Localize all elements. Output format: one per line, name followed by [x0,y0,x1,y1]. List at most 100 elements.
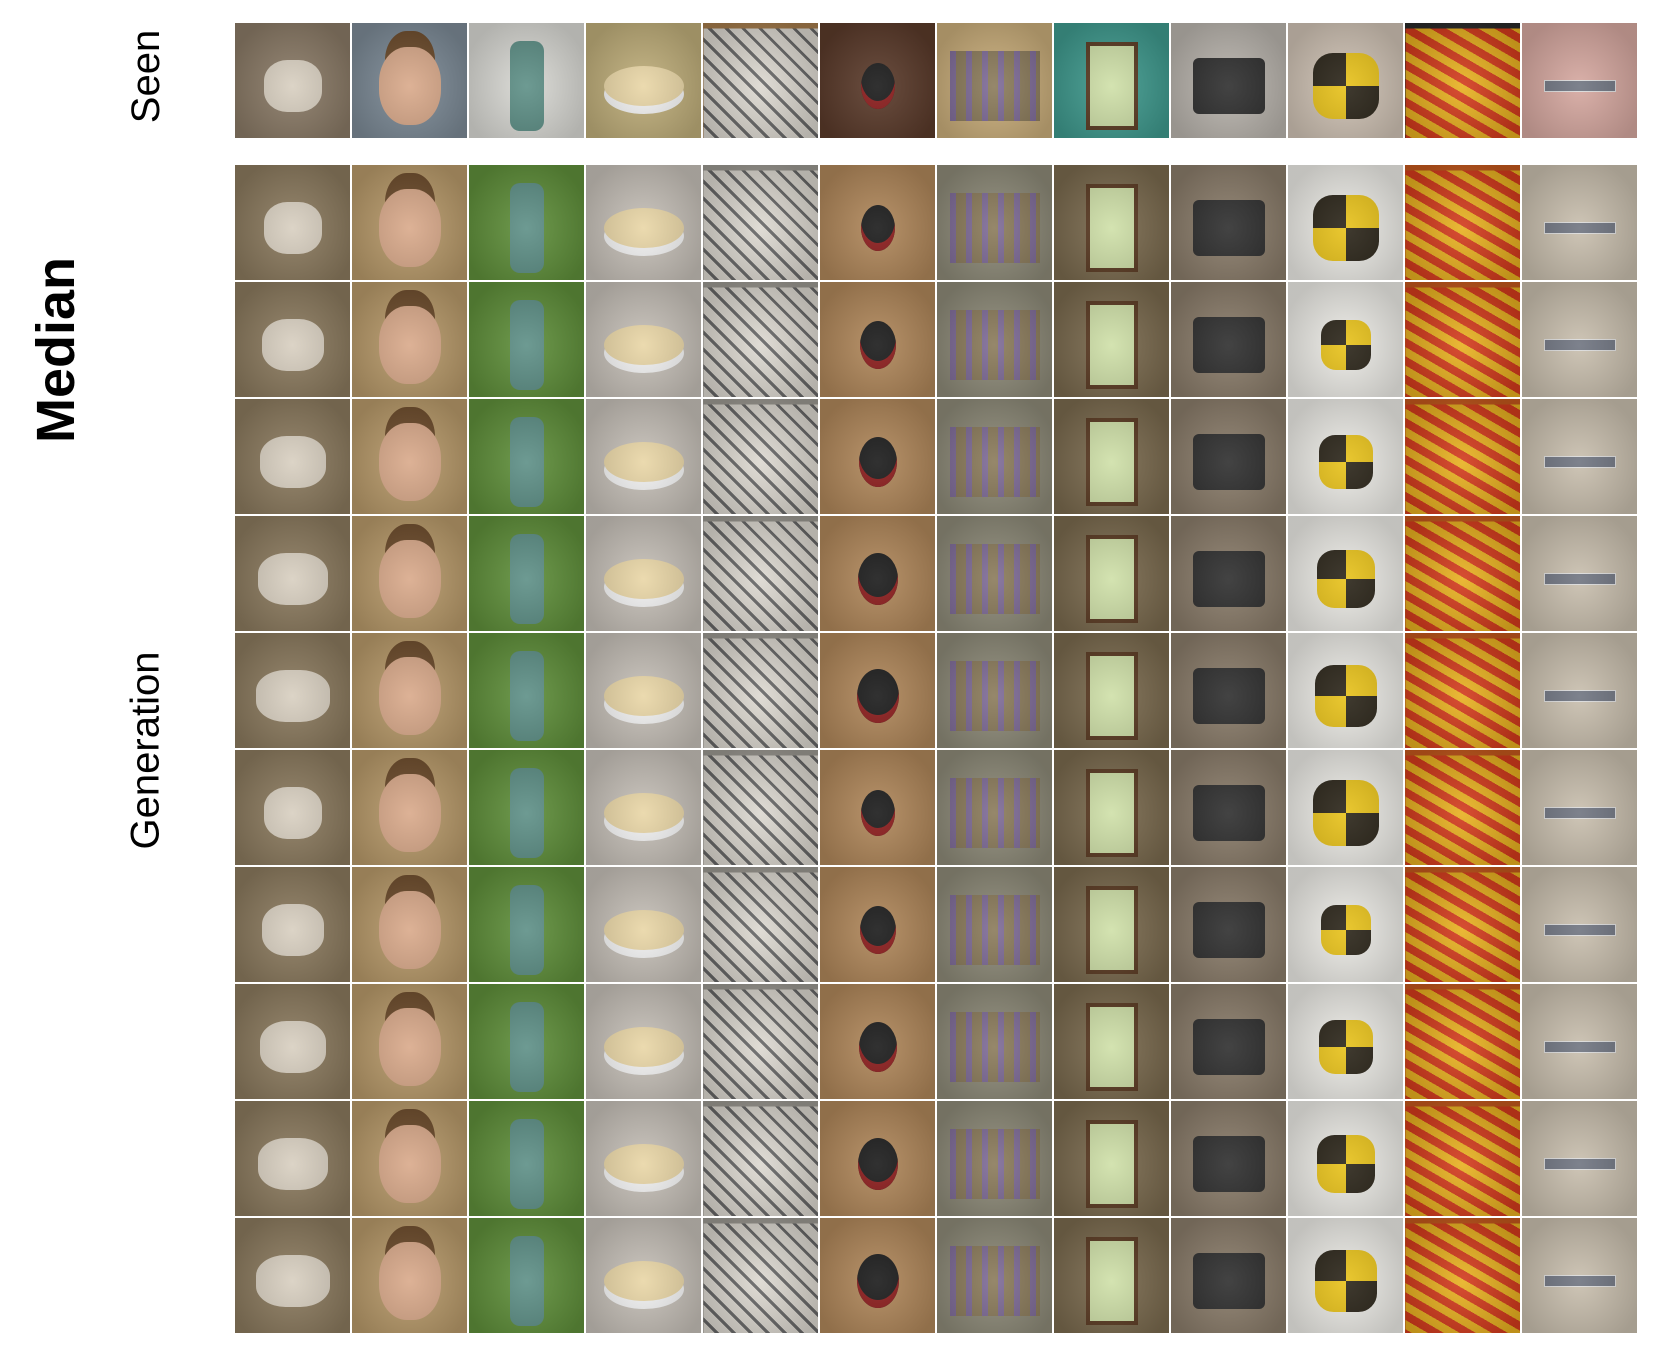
generated-image-food [586,1218,701,1333]
generated-image-overalls [469,633,584,748]
generated-image-food [586,984,701,1099]
generated-image-dog [235,516,350,631]
generated-image-room [1054,1101,1169,1216]
seen-image-mesh [703,23,818,138]
generated-image-face [352,1101,467,1216]
generated-image-ornament [820,165,935,280]
generated-image-mesh [703,1218,818,1333]
generated-image-appliance [1171,1101,1286,1216]
generated-image-ornament [820,399,935,514]
generated-image-candy [1405,399,1520,514]
generated-image-insect [1288,867,1403,982]
seen-image-overalls [469,23,584,138]
generated-image-candy [1405,633,1520,748]
generated-image-room [1054,867,1169,982]
generated-image-aircraft [1522,1101,1637,1216]
seen-image-furniture [937,23,1052,138]
generated-image-face [352,282,467,397]
generated-image-candy [1405,516,1520,631]
generated-image-candy [1405,867,1520,982]
generated-image-dog [235,984,350,1099]
generated-image-face [352,984,467,1099]
generated-image-aircraft [1522,1218,1637,1333]
generated-image-ornament [820,1101,935,1216]
generated-image-ornament [820,1218,935,1333]
generated-image-mesh [703,984,818,1099]
generated-image-food [586,1101,701,1216]
generated-image-dog [235,399,350,514]
seen-image-appliance [1171,23,1286,138]
seen-image-face [352,23,467,138]
generated-image-overalls [469,867,584,982]
generated-image-mesh [703,867,818,982]
generated-image-face [352,633,467,748]
generated-image-room [1054,282,1169,397]
generated-image-overalls [469,282,584,397]
generated-image-appliance [1171,633,1286,748]
generated-image-candy [1405,750,1520,865]
generated-image-ornament [820,516,935,631]
generated-image-insect [1288,1218,1403,1333]
generation-label: Generation [123,651,168,849]
generated-image-overalls [469,750,584,865]
generated-image-mesh [703,516,818,631]
seen-image-aircraft [1522,23,1637,138]
generated-image-ornament [820,750,935,865]
generated-image-aircraft [1522,984,1637,1099]
seen-image-row [234,22,1638,139]
generated-image-furniture [937,165,1052,280]
generated-image-room [1054,633,1169,748]
generated-image-overalls [469,984,584,1099]
generated-image-appliance [1171,516,1286,631]
generated-image-appliance [1171,282,1286,397]
generated-image-face [352,165,467,280]
generated-image-furniture [937,984,1052,1099]
generated-image-face [352,867,467,982]
seen-image-ornament [820,23,935,138]
generated-image-insect [1288,633,1403,748]
generated-image-food [586,867,701,982]
generated-image-insect [1288,516,1403,631]
generated-image-room [1054,984,1169,1099]
generated-image-aircraft [1522,633,1637,748]
generated-image-overalls [469,1218,584,1333]
generated-image-room [1054,1218,1169,1333]
generated-image-food [586,750,701,865]
generated-image-insect [1288,282,1403,397]
generated-image-insect [1288,984,1403,1099]
generation-image-grid [234,164,1638,1334]
generated-image-ornament [820,867,935,982]
generated-image-mesh [703,165,818,280]
seen-image-room [1054,23,1169,138]
generated-image-room [1054,516,1169,631]
generated-image-dog [235,1101,350,1216]
generated-image-room [1054,165,1169,280]
generated-image-insect [1288,1101,1403,1216]
generated-image-appliance [1171,165,1286,280]
generated-image-mesh [703,399,818,514]
generated-image-candy [1405,1218,1520,1333]
generated-image-aircraft [1522,399,1637,514]
generated-image-ornament [820,984,935,1099]
generated-image-overalls [469,516,584,631]
generated-image-food [586,516,701,631]
generated-image-food [586,633,701,748]
generated-image-dog [235,1218,350,1333]
generated-image-face [352,1218,467,1333]
generated-image-mesh [703,633,818,748]
generated-image-candy [1405,984,1520,1099]
generated-image-aircraft [1522,750,1637,865]
generated-image-food [586,165,701,280]
generated-image-dog [235,867,350,982]
seen-image-candy [1405,23,1520,138]
generated-image-insect [1288,399,1403,514]
generated-image-appliance [1171,867,1286,982]
generated-image-dog [235,750,350,865]
generated-image-overalls [469,399,584,514]
generated-image-ornament [820,282,935,397]
generated-image-furniture [937,1218,1052,1333]
generated-image-appliance [1171,984,1286,1099]
generated-image-overalls [469,1101,584,1216]
generated-image-room [1054,399,1169,514]
generated-image-food [586,282,701,397]
